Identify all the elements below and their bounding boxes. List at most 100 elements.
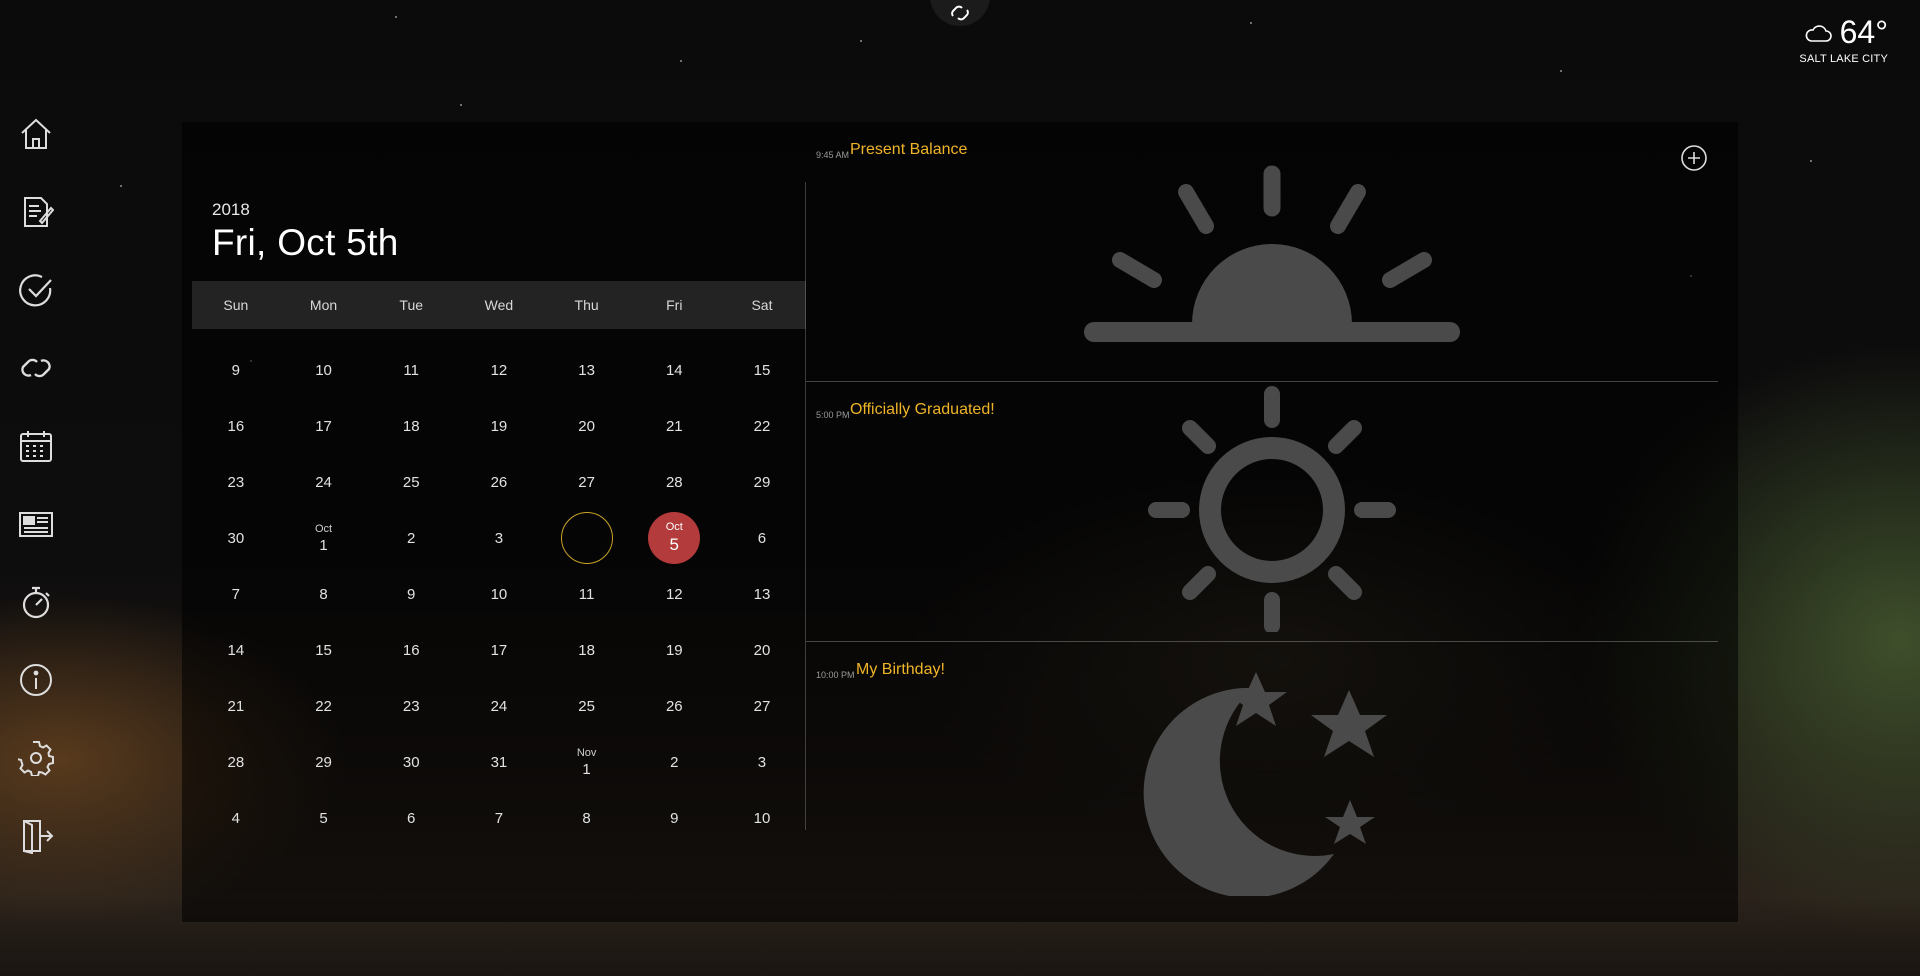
calendar-day[interactable]: 30 (367, 734, 455, 790)
calendar-day[interactable]: 16 (192, 398, 280, 454)
calendar-day-number: 11 (403, 361, 419, 379)
calendar-day[interactable]: 3 (455, 510, 543, 566)
sidebar-item-timer[interactable] (14, 580, 58, 624)
calendar-day-number: 28 (665, 473, 683, 491)
calendar-day[interactable]: 20 (543, 398, 631, 454)
event-item[interactable]: 5:00 PM Officially Graduated! (806, 382, 1726, 642)
calendar-day[interactable]: 18 (367, 398, 455, 454)
calendar-day[interactable]: 28 (630, 454, 718, 510)
calendar-day[interactable]: 27 (543, 454, 631, 510)
calendar-day[interactable]: 16 (367, 622, 455, 678)
calendar-day[interactable]: 21 (630, 398, 718, 454)
calendar-day[interactable]: 6 (367, 790, 455, 846)
calendar-day[interactable]: 21 (192, 678, 280, 734)
calendar-day[interactable]: 20 (718, 622, 806, 678)
calendar-day[interactable]: 2 (367, 510, 455, 566)
sidebar-item-logout[interactable] (14, 814, 58, 858)
sidebar-item-calendar[interactable] (14, 424, 58, 468)
calendar-day[interactable]: 22 (718, 398, 806, 454)
calendar-day[interactable]: 10 (280, 342, 368, 398)
calendar-day-number: 8 (319, 585, 328, 603)
info-icon (20, 664, 52, 696)
calendar-day[interactable]: 23 (367, 678, 455, 734)
calendar-day-number: 9 (231, 361, 241, 379)
calendar-day[interactable]: 14 (192, 622, 280, 678)
calendar-day[interactable]: 19 (455, 398, 543, 454)
calendar-day[interactable]: 12 (630, 566, 718, 622)
sidebar-item-info[interactable] (14, 658, 58, 702)
calendar-day[interactable]: 19 (630, 622, 718, 678)
calendar-day[interactable]: 2 (630, 734, 718, 790)
calendar-week-row: 21 22 23 24 25 26 27 (192, 678, 806, 734)
calendar-day-number: 19 (665, 641, 683, 659)
calendar-day[interactable]: 26 (455, 454, 543, 510)
calendar-day[interactable]: 15 (280, 622, 368, 678)
weather-temperature: 64° (1839, 14, 1888, 50)
event-time: 5:00 PM (816, 410, 850, 420)
calendar-day-number: 8 (582, 809, 591, 827)
calendar-day[interactable]: 5 (280, 790, 368, 846)
calendar-day[interactable]: 11 (543, 566, 631, 622)
event-item[interactable]: 10:00 PM My Birthday! (806, 642, 1726, 902)
calendar-day[interactable]: 26 (630, 678, 718, 734)
calendar-day[interactable]: 23 (192, 454, 280, 510)
calendar-day[interactable]: 22 (280, 678, 368, 734)
calendar-day[interactable]: 29 (718, 454, 806, 510)
calendar-day[interactable]: 7 (192, 566, 280, 622)
calendar-day-number: 5 (319, 809, 328, 827)
calendar-day[interactable]: 11 (367, 342, 455, 398)
calendar-day-today[interactable] (543, 510, 631, 566)
calendar-day[interactable]: 8 (543, 790, 631, 846)
calendar-day-selected[interactable]: Oct 5 (630, 510, 718, 566)
calendar-day[interactable]: 24 (280, 454, 368, 510)
calendar-day[interactable]: Nov 1 (543, 734, 631, 790)
calendar-day-number: 21 (227, 697, 245, 715)
calendar-day[interactable]: 13 (718, 566, 806, 622)
add-event-button[interactable] (1680, 144, 1708, 172)
calendar-day[interactable]: 25 (543, 678, 631, 734)
calendar-day[interactable]: 9 (630, 790, 718, 846)
notes-icon (24, 197, 54, 227)
calendar-day[interactable]: 4 (192, 790, 280, 846)
calendar-week-row: 7 8 9 10 11 12 13 (192, 566, 806, 622)
calendar-day[interactable]: 10 (455, 566, 543, 622)
calendar-day[interactable]: 17 (280, 398, 368, 454)
calendar-day-number: 26 (490, 473, 508, 491)
calendar-day[interactable]: 3 (718, 734, 806, 790)
calendar-day[interactable]: 8 (280, 566, 368, 622)
calendar-day[interactable]: Oct 1 (280, 510, 368, 566)
calendar-day[interactable]: 18 (543, 622, 631, 678)
calendar-day[interactable]: 10 (718, 790, 806, 846)
calendar-day[interactable]: 15 (718, 342, 806, 398)
calendar-day[interactable]: 17 (455, 622, 543, 678)
weekday-label: Sun (223, 297, 249, 313)
calendar-day[interactable]: 9 (367, 566, 455, 622)
calendar-day[interactable]: 9 (192, 342, 280, 398)
calendar-day[interactable]: 30 (192, 510, 280, 566)
weekday-header: Sun Mon Tue Wed Thu Fri Sat (192, 281, 806, 329)
calendar-day[interactable]: 14 (630, 342, 718, 398)
event-item[interactable]: 9:45 AM Present Balance (806, 122, 1726, 382)
calendar-day[interactable]: 7 (455, 790, 543, 846)
calendar-day-number: 16 (227, 417, 245, 435)
calendar-day[interactable]: 29 (280, 734, 368, 790)
calendar-day[interactable]: 12 (455, 342, 543, 398)
calendar-day[interactable]: 27 (718, 678, 806, 734)
calendar-day[interactable]: 24 (455, 678, 543, 734)
sidebar-item-links[interactable] (14, 346, 58, 390)
sidebar-item-tasks[interactable] (14, 268, 58, 312)
sidebar-item-home[interactable] (14, 112, 58, 156)
calendar-day[interactable]: 25 (367, 454, 455, 510)
calendar-day-number: 16 (402, 641, 420, 659)
top-link-button[interactable] (930, 0, 990, 26)
calendar-day[interactable]: 31 (455, 734, 543, 790)
sidebar-item-notes[interactable] (14, 190, 58, 234)
sidebar-item-settings[interactable] (14, 736, 58, 780)
calendar-day-number: 15 (753, 361, 771, 379)
calendar-day-number: 24 (315, 473, 332, 491)
calendar-day[interactable]: 6 (718, 510, 806, 566)
calendar-day[interactable]: 28 (192, 734, 280, 790)
calendar-day-number: 17 (490, 641, 508, 659)
calendar-day[interactable]: 13 (543, 342, 631, 398)
sidebar-item-news[interactable] (14, 502, 58, 546)
